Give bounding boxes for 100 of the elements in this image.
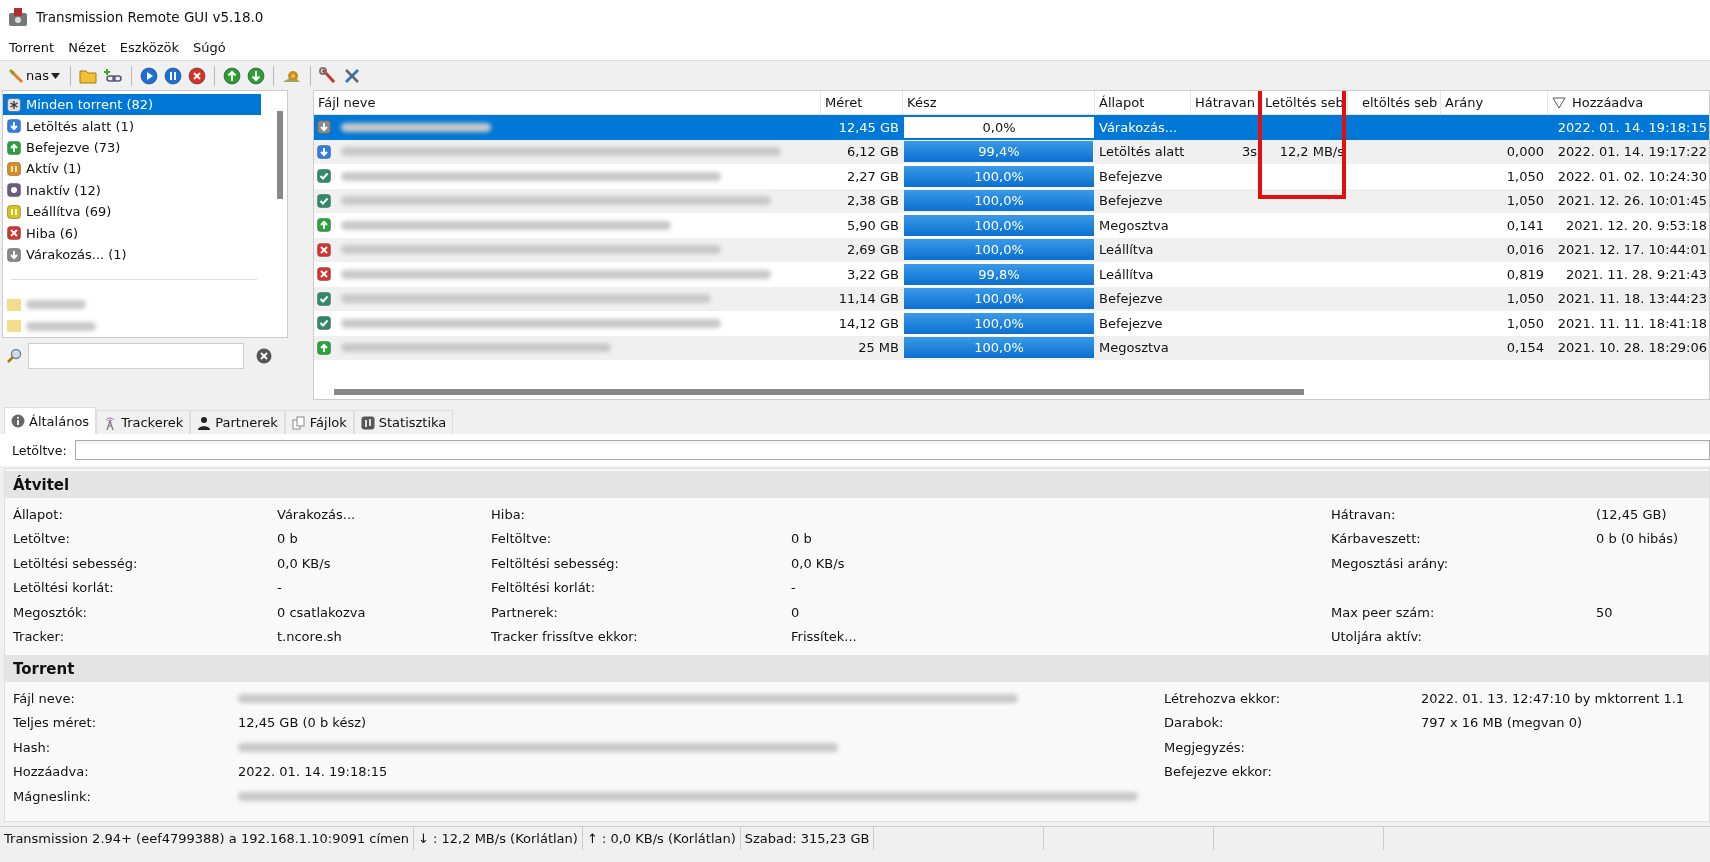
field-value: 0 csatlakozva [277,604,367,620]
tools-icon[interactable] [343,66,361,85]
field-label: Befejezve ekkor: [1164,764,1273,780]
torrent-row[interactable]: 5,90 GB 100,0% Megosztva 0,141 2021. 12. 20. 9:53:18 [314,213,1709,238]
column-header[interactable]: Kész [903,91,1095,114]
menu-item[interactable]: Torrent [4,39,60,55]
tab[interactable]: Statisztika [353,410,454,434]
field-value: Frissítek... [791,629,858,645]
menu-item[interactable]: Eszközök [114,39,184,55]
field-label: Megosztási arány: [1331,555,1450,571]
table-cell-text: 0,154 [1505,340,1545,356]
field-label: Darabok: [1164,715,1225,731]
field-value: 0 b (0 hibás) [1596,531,1680,547]
table-cell-text: 2,38 GB [845,193,900,209]
table-cell-text: 1,050 [1505,315,1545,331]
filter-item[interactable]: Befejezve (73) [3,136,261,159]
filter-item[interactable]: Leállítva (69) [3,201,261,223]
table-cell-text: 2021. 12. 20. 9:53:18 [1564,217,1708,233]
field-label: Hozzáadva: [13,764,90,780]
table-cell-text: 5,90 GB [845,217,900,233]
field-label: Kárbaveszett: [1331,531,1422,547]
field-label: Megosztók: [13,604,88,620]
section-heading: Torrent [5,655,1709,682]
field-label: Hátravan: [1331,506,1397,522]
column-header[interactable]: Hozzáadva [1548,91,1709,114]
server-button[interactable]: nas [6,64,62,87]
field-value: - [277,580,283,596]
field-label: Fájl neve: [13,690,76,706]
pause-icon [7,204,21,219]
torrent-row[interactable]: 2,27 GB 100,0% Befejezve 1,050 2022. 01. 02. 10:24:30 [314,164,1709,189]
torrent-row[interactable]: 2,69 GB 100,0% Leállítva 0,016 2021. 12. 17. 10:44:01 [314,237,1709,262]
sort-icon [1552,96,1566,109]
progress-bar: 100,0% [904,190,1094,212]
torrent-row[interactable]: 11,14 GB 100,0% Befejezve 1,050 2021. 11. 18. 13:44:23 [314,286,1709,311]
torrent-row[interactable]: 3,22 GB 99,8% Leállítva 0,819 2021. 11. 28. 9:21:43 [314,262,1709,287]
search-field[interactable] [28,343,244,369]
person-icon [197,415,212,430]
link-icon[interactable] [103,67,123,84]
table-cell-text: 1,050 [1505,291,1545,307]
field-value: 12,45 GB (0 b kész) [238,715,368,731]
checkmark-icon [317,193,331,208]
scrollbar-thumb[interactable] [277,111,283,199]
status-text: Szabad: 315,23 GB [740,827,875,850]
filter-item[interactable]: Minden torrent (82) [3,94,261,116]
torrent-row[interactable]: 25 MB 100,0% Megosztva 0,154 2021. 10. 28. 18:29:06 [314,335,1709,360]
remove-icon[interactable] [188,66,206,85]
torrent-row[interactable]: 14,12 GB 100,0% Befejezve 1,050 2021. 11. 11. 18:41:18 [314,311,1709,336]
filter-item[interactable]: Hiba (6) [3,222,261,244]
table-cell-text: 2,69 GB [845,242,900,258]
field-value: 0,0 KB/s [277,555,332,571]
table-cell-text: 2,27 GB [845,168,900,184]
wrench-icon[interactable] [319,66,337,85]
tab[interactable]: Trackerek [96,410,191,434]
table-cell-text: Befejezve [1098,291,1164,307]
field-value: 50 [1596,604,1614,620]
field-label: Állapot: [13,506,64,522]
field-label: Tracker frissítve ekkor: [491,629,639,645]
table-cell-text: 0,016 [1505,242,1545,258]
tab[interactable]: Általános [4,407,97,434]
field-value: Várakozás... [277,506,357,522]
table-cell-text: Leállítva [1098,242,1155,258]
down-arrow-icon [7,119,21,134]
table-cell-text: 2022. 01. 14. 19:18:15 [1556,119,1708,135]
play-icon[interactable] [140,66,158,85]
filter-item[interactable]: Aktív (1) [3,158,261,180]
field-label: Letöltési sebesség: [13,555,139,571]
pause-icon[interactable] [164,66,182,85]
torrent-row[interactable]: 12,45 GB 0,0% Várakozás... 2022. 01. 14. 19:18:15 [314,115,1709,140]
column-header[interactable]: Hátravan [1191,91,1261,114]
menu-item[interactable]: Súgó [188,39,231,55]
table-cell-text: Várakozás... [1098,119,1179,135]
column-header[interactable]: Állapot [1095,91,1191,114]
field-label: Mágneslink: [13,788,92,804]
torrent-row[interactable]: 2,38 GB 100,0% Befejezve 1,050 2021. 12. 26. 10:01:45 [314,188,1709,213]
column-header[interactable]: Fájl neve [314,91,821,114]
torrent-row[interactable]: 6,12 GB 99,4% Letöltés alatt 3s 12,2 MB/s 0,000 2022. 01. 14. 19:17:22 [314,139,1709,164]
filter-item[interactable]: Inaktív (12) [3,179,261,202]
tab[interactable]: Fájlok [284,410,354,434]
field-label: Megjegyzés: [1164,739,1246,755]
table-cell-text: 3,22 GB [845,266,900,282]
table-cell-text: 6,12 GB [845,144,900,160]
down-arrow-icon [7,247,21,262]
scrollbar-thumb[interactable] [334,389,1304,395]
filter-item[interactable]: Letöltés alatt (1) [3,115,261,137]
field-label: Utoljára aktív: [1331,629,1423,645]
field-value: 0 [791,604,801,620]
field-value: 0 b [791,531,813,547]
tab[interactable]: Partnerek [190,410,285,434]
column-header[interactable]: Méret [821,91,903,114]
field-label: Max peer szám: [1331,604,1436,620]
table-cell-text: 0,000 [1505,144,1545,160]
filter-item[interactable]: Várakozás... (1) [3,243,261,266]
column-header[interactable]: eltöltés seb [1348,91,1441,114]
clear-icon[interactable] [256,348,272,364]
field-label: Hiba: [491,506,526,522]
table-cell-text: 2021. 11. 11. 18:41:18 [1556,315,1708,331]
table-cell-text: 12,45 GB [837,119,900,135]
progress-bar: 99,8% [904,263,1094,285]
menu-item[interactable]: Nézet [63,39,111,55]
column-header[interactable]: Arány [1441,91,1548,114]
